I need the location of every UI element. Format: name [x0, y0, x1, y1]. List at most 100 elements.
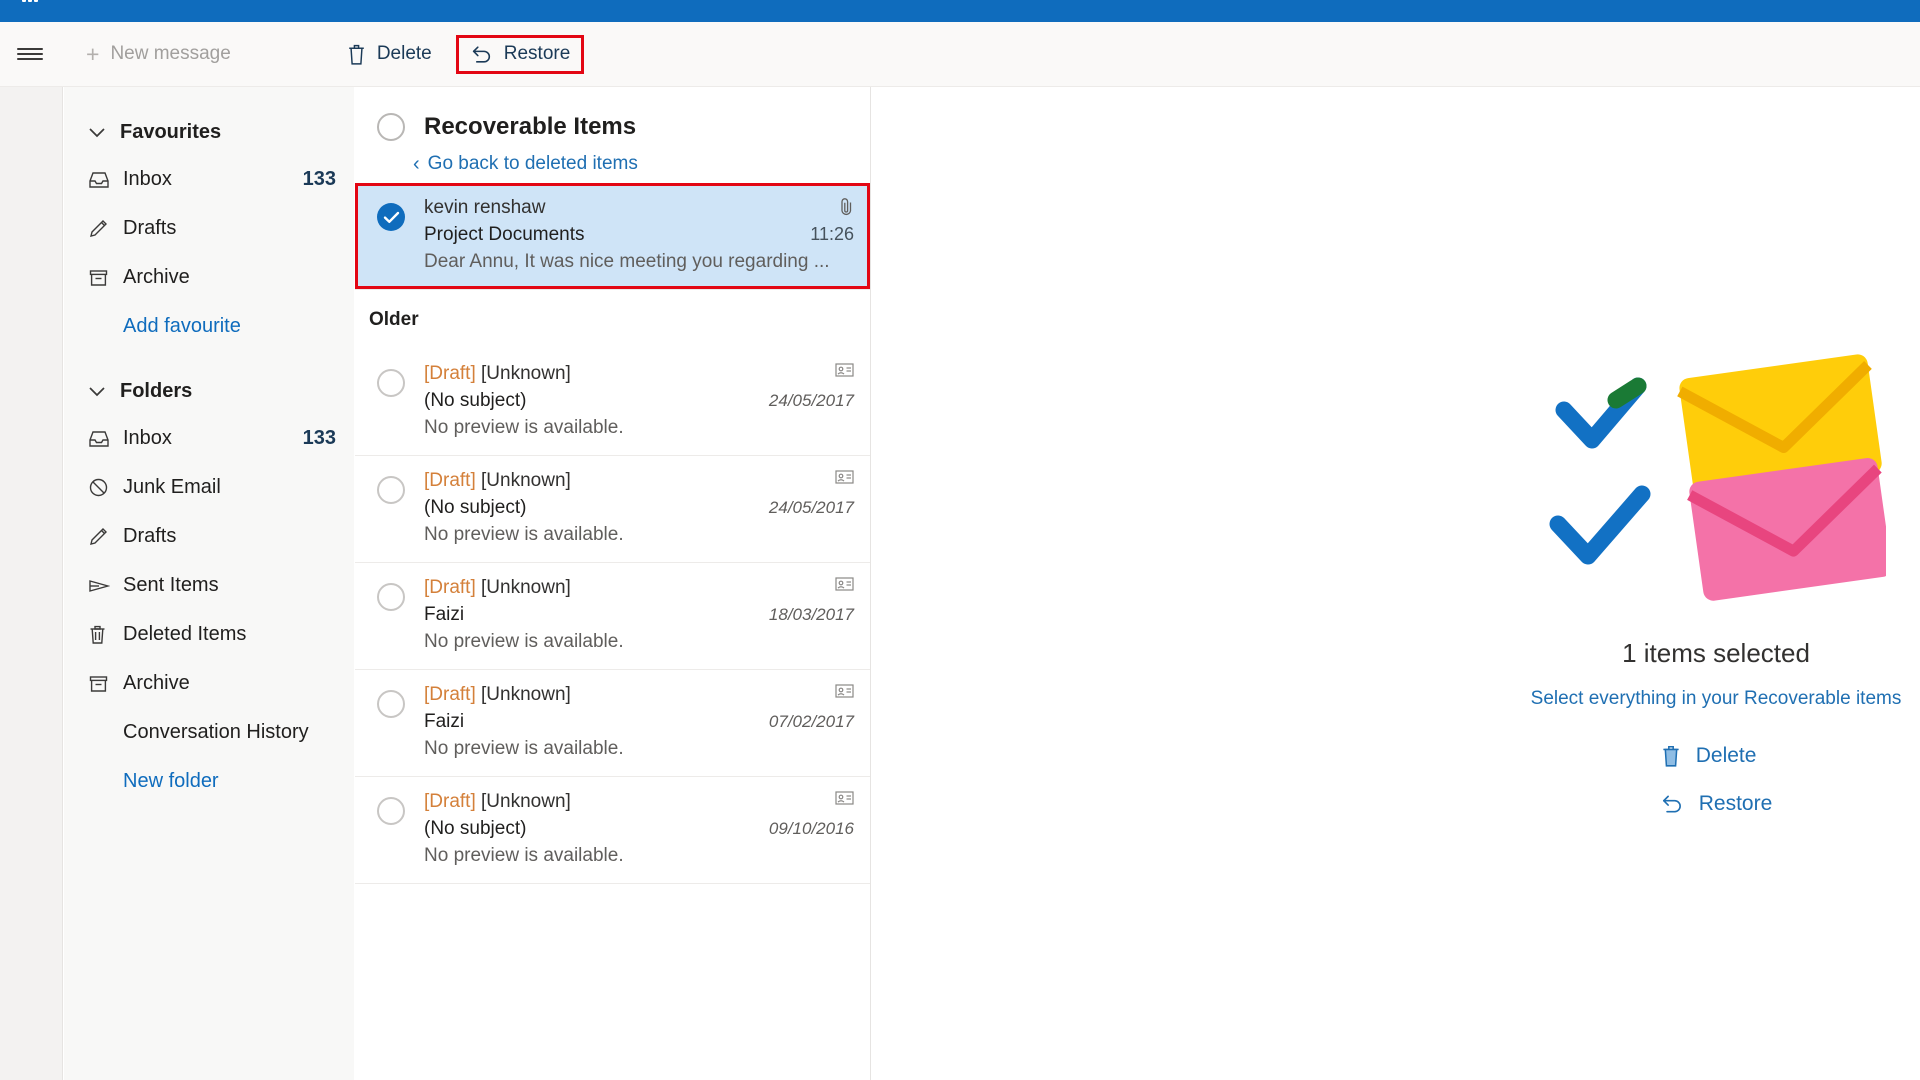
- sidebar-item-inbox[interactable]: Inbox 133: [64, 414, 354, 463]
- message-sender: [Draft] [Unknown]: [424, 684, 825, 706]
- sidebar-item-archive[interactable]: Archive: [64, 659, 354, 708]
- message-date: 18/03/2017: [768, 605, 854, 624]
- sidebar-item-junk-email[interactable]: Junk Email: [64, 463, 354, 512]
- app-launcher-icon[interactable]: [8, 0, 52, 2]
- sidebar-item-label: Inbox: [123, 427, 172, 449]
- select-circle-icon[interactable]: [377, 476, 405, 504]
- new-message-button[interactable]: + New message: [86, 40, 231, 67]
- message-preview: No preview is available.: [424, 417, 624, 438]
- select-all-circle-icon[interactable]: [377, 113, 405, 141]
- sidebar-item-deleted-items[interactable]: Deleted Items: [64, 610, 354, 659]
- left-rail: [0, 87, 63, 1080]
- draft-tag: [Draft]: [424, 791, 476, 812]
- message-time: 11:26: [810, 224, 854, 244]
- message-sender-name: [Unknown]: [481, 791, 571, 812]
- hamburger-menu-icon[interactable]: [0, 22, 60, 87]
- sidebar-item-label: Deleted Items: [123, 623, 247, 645]
- chevron-down-icon: [89, 127, 105, 137]
- message-sender-name: [Unknown]: [481, 577, 571, 598]
- outlook-web-app: Outlook Search + New message De: [0, 0, 1920, 1080]
- sidebar-item-favourites-drafts[interactable]: Drafts: [64, 204, 354, 253]
- sidebar-item-label: Drafts: [123, 525, 177, 547]
- sidebar-item-drafts[interactable]: Drafts: [64, 512, 354, 561]
- restore-button[interactable]: Restore: [455, 34, 585, 74]
- select-circle-icon[interactable]: [377, 690, 405, 718]
- message-sender-name: [Unknown]: [481, 684, 571, 705]
- pencil-icon: [88, 218, 114, 239]
- select-circle-icon[interactable]: [377, 797, 405, 825]
- sidebar-item-label: Junk Email: [123, 476, 221, 498]
- trash-icon: [1663, 745, 1679, 767]
- sidebar-item-label: Drafts: [123, 217, 177, 239]
- sidebar-item-label: Archive: [123, 672, 190, 694]
- message-date: 07/02/2017: [768, 712, 854, 731]
- message-list-item-selected[interactable]: kevin renshaw Project Documents 11:26 De…: [355, 183, 870, 289]
- go-back-label: Go back to deleted items: [427, 153, 638, 174]
- message-sender-name: [Unknown]: [481, 363, 571, 384]
- message-list-header: Recoverable Items ‹ Go back to deleted i…: [355, 87, 870, 183]
- draft-tag: [Draft]: [424, 684, 476, 705]
- message-date: 24/05/2017: [768, 498, 854, 517]
- checkmark-circle-icon[interactable]: [377, 203, 405, 231]
- page-title: Recoverable Items: [424, 113, 637, 140]
- message-sender: [Draft] [Unknown]: [424, 577, 825, 599]
- message-date: 24/05/2017: [768, 391, 854, 410]
- sidebar-item-favourites-inbox[interactable]: Inbox 133: [64, 155, 354, 204]
- inbox-tray-icon: [88, 429, 114, 449]
- trash-icon: [349, 44, 364, 65]
- block-circle-icon: [88, 477, 114, 498]
- message-list-item[interactable]: [Draft] [Unknown] Faizi 07/02/2017 No pr…: [355, 670, 870, 777]
- message-date: 09/10/2016: [768, 819, 854, 838]
- draft-tag: [Draft]: [424, 577, 476, 598]
- contact-card-icon: [835, 577, 854, 591]
- chevron-left-icon: ‹: [413, 153, 420, 175]
- contact-card-icon: [835, 684, 854, 698]
- select-everything-link[interactable]: Select everything in your Recoverable it…: [1531, 688, 1902, 710]
- new-folder-link[interactable]: New folder: [64, 757, 354, 805]
- folders-title: Folders: [120, 379, 193, 402]
- sidebar-item-label: Archive: [123, 266, 190, 288]
- select-circle-icon[interactable]: [377, 369, 405, 397]
- message-preview: Dear Annu, It was nice meeting you regar…: [424, 251, 830, 272]
- delete-button[interactable]: Delete: [332, 35, 446, 74]
- message-list-item[interactable]: [Draft] [Unknown] (No subject) 24/05/201…: [355, 456, 870, 563]
- favourites-group-header[interactable]: Favourites: [64, 109, 354, 155]
- contact-card-icon: [835, 470, 854, 484]
- message-subject: Faizi: [424, 711, 465, 732]
- message-subject: (No subject): [424, 390, 527, 411]
- unread-count: 133: [302, 427, 336, 449]
- message-sender: [Draft] [Unknown]: [424, 470, 825, 492]
- add-favourite-link[interactable]: Add favourite: [64, 302, 354, 350]
- message-subject: Faizi: [424, 604, 465, 625]
- inbox-tray-icon: [88, 170, 114, 190]
- sidebar-item-sent-items[interactable]: Sent Items: [64, 561, 354, 610]
- envelopes-checkmarks-illustration: [1546, 352, 1892, 612]
- pencil-icon: [88, 526, 114, 547]
- pane-delete-button[interactable]: Delete: [1660, 744, 1773, 768]
- message-list-item[interactable]: [Draft] [Unknown] (No subject) 09/10/201…: [355, 777, 870, 884]
- reading-pane: 1 items selected Select everything in yo…: [872, 87, 1920, 1080]
- select-circle-icon[interactable]: [377, 583, 405, 611]
- plus-icon: +: [86, 40, 100, 67]
- sidebar-item-favourites-archive[interactable]: Archive: [64, 253, 354, 302]
- message-subject: (No subject): [424, 497, 527, 518]
- chevron-down-icon: [89, 386, 105, 396]
- message-group-header: Older: [355, 289, 870, 349]
- message-sender: kevin renshaw: [424, 197, 546, 218]
- sidebar-item-label: Sent Items: [123, 574, 219, 596]
- message-list-item[interactable]: [Draft] [Unknown] Faizi 18/03/2017 No pr…: [355, 563, 870, 670]
- command-bar: + New message Delete Restore: [0, 22, 1920, 87]
- message-preview: No preview is available.: [424, 524, 624, 545]
- folders-group-header[interactable]: Folders: [64, 368, 354, 414]
- sidebar-item-conversation-history[interactable]: Conversation History: [64, 708, 354, 757]
- pane-actions: Delete Restore: [1660, 744, 1773, 816]
- unread-count: 133: [302, 168, 336, 190]
- app-title: Outlook: [58, 0, 131, 5]
- message-list-item[interactable]: [Draft] [Unknown] (No subject) 24/05/201…: [355, 349, 870, 456]
- archive-box-icon: [88, 268, 114, 288]
- go-back-link[interactable]: ‹ Go back to deleted items: [413, 153, 870, 175]
- message-subject: (No subject): [424, 818, 527, 839]
- pane-restore-button[interactable]: Restore: [1660, 792, 1772, 816]
- message-sender-name: [Unknown]: [481, 470, 571, 491]
